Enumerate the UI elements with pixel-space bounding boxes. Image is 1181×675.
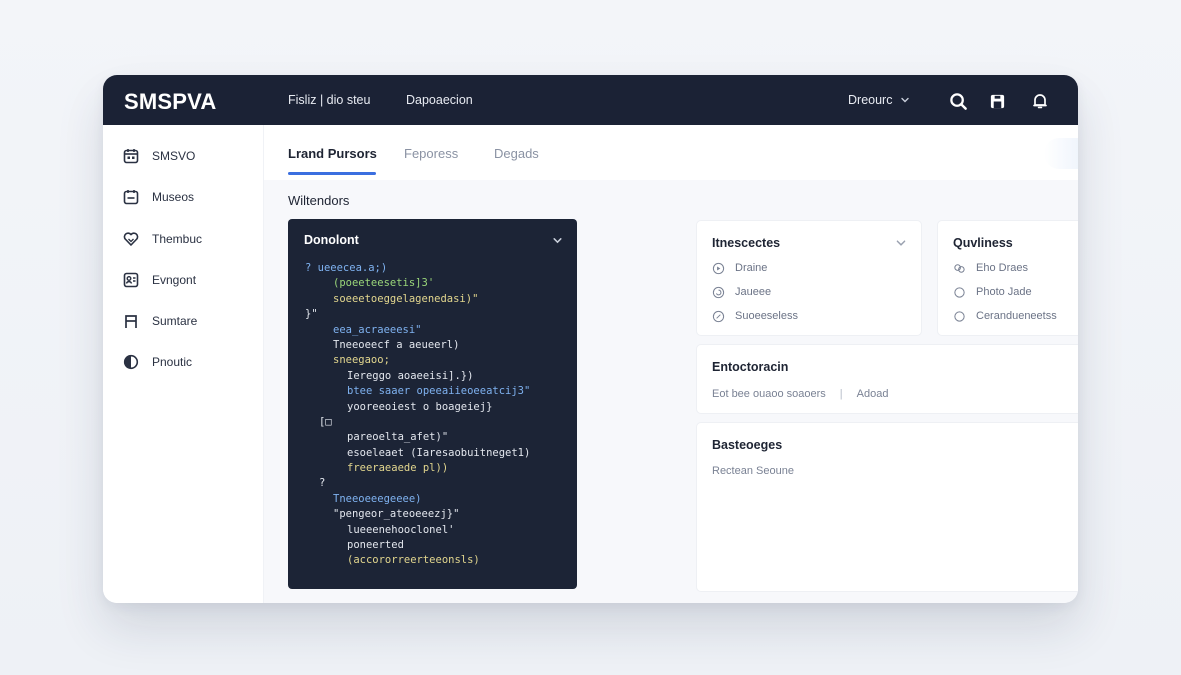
code-line: poneerted xyxy=(347,539,404,552)
chevron-down-icon xyxy=(901,97,910,103)
sidebar-item-label: Evngont xyxy=(152,273,197,287)
code-line: "pengeor_ateoeeezj}" xyxy=(333,508,460,521)
sidebar-item-sumtare[interactable]: Sumtare xyxy=(123,310,197,332)
sidebar-item-label: Thembuc xyxy=(152,232,203,246)
tab-degads[interactable]: Degads xyxy=(494,146,539,161)
code-line: sneegaoo; xyxy=(333,354,390,367)
section-title: Wiltendors xyxy=(288,193,350,208)
code-line: [□ xyxy=(319,415,332,428)
card-integrations: Itnescectes Draine Jaueee Suoeeseless xyxy=(696,220,922,336)
tab-bar: Lrand Pursors Feporess Degads xyxy=(264,125,1078,180)
card-title: Itnescectes xyxy=(712,236,781,250)
code-line: esoeleaet (Iaresaobuitneget1) xyxy=(347,446,531,459)
sidebar-item-label: Museos xyxy=(152,190,195,204)
text-icon xyxy=(125,315,137,328)
brand-logo[interactable]: SMSPVA xyxy=(124,89,216,115)
card-qualities: Quvliness Eho Draes Photo Jade Ceranduen… xyxy=(937,220,1078,336)
main-content: Lrand Pursors Feporess Degads Wiltendors… xyxy=(264,125,1078,603)
save-icon[interactable] xyxy=(987,91,1007,111)
chevron-down-icon[interactable] xyxy=(552,235,563,246)
code-line: yooreeoiest o boageiej} xyxy=(347,400,493,413)
sidebar-item-label: Sumtare xyxy=(152,314,198,328)
sidebar-item-museos[interactable]: Museos xyxy=(123,186,194,208)
code-line: ? xyxy=(319,477,326,490)
code-panel-title: Donolont xyxy=(304,233,359,247)
option-label: Suoeeseless xyxy=(735,310,798,322)
nav-link-1[interactable]: Fisliz | dio steu xyxy=(288,93,370,107)
code-line: Tneeoeecf a aeueerl) xyxy=(333,338,460,351)
option-item[interactable]: Draine xyxy=(712,261,767,275)
sidebar-item-smsvo[interactable]: SMSVO xyxy=(123,145,195,167)
option-item[interactable]: Suoeeseless xyxy=(712,309,798,323)
sidebar-item-evngont[interactable]: Evngont xyxy=(123,269,196,291)
option-item[interactable]: Eho Draes xyxy=(953,261,1028,275)
contacts-icon xyxy=(123,272,139,288)
code-line: lueeenehooclonel' xyxy=(347,523,455,536)
calendar-alt-icon xyxy=(123,190,139,205)
code-panel: Donolont ? ueeecea.a;) (poeeteesetis]3' so… xyxy=(288,219,577,589)
chevron-down-icon[interactable] xyxy=(895,237,907,249)
option-label: Jaueee xyxy=(735,286,772,298)
toolbar-group xyxy=(1044,138,1078,169)
bases-text: Rectean Seoune xyxy=(712,465,794,477)
link-icon xyxy=(953,262,966,275)
heart-icon xyxy=(123,232,139,246)
nav-link-2[interactable]: Dapoaecion xyxy=(406,93,473,107)
entertainment-text: Eot bee ouaoo soaoers xyxy=(712,388,826,400)
code-block: ? ueeecea.a;) (poeeteesetis]3' soeeetoegge… xyxy=(305,261,530,569)
bell-icon[interactable] xyxy=(1030,91,1050,111)
card-entertainment: Entoctoracin Eot bee ouaoo soaoers | Ado… xyxy=(696,344,1078,414)
option-label: Photo Jade xyxy=(976,286,1032,298)
sidebar-item-pnoutic[interactable]: Pnoutic xyxy=(123,351,192,373)
user-menu-label: Dreourc xyxy=(848,93,893,107)
sidebar: SMSVO Museos Thembuc Evngont Sumtare Pno… xyxy=(103,125,264,603)
user-menu[interactable]: Dreourc xyxy=(848,93,910,107)
option-label: Eho Draes xyxy=(976,262,1028,274)
code-line: ? ueeecea.a;) xyxy=(305,262,388,274)
code-line: btee saaer opeeaiieoeeatcij3" xyxy=(347,385,531,398)
code-line: Iereggo aoaeeisi].}) xyxy=(347,369,474,382)
separator: | xyxy=(839,388,843,400)
entertainment-row: Eot bee ouaoo soaoers | Adoad xyxy=(712,388,888,400)
circle-outline-icon xyxy=(953,310,966,323)
card-title: Entoctoracin xyxy=(712,360,789,374)
sidebar-item-thembuc[interactable]: Thembuc xyxy=(123,228,202,250)
top-bar: SMSPVA Fisliz | dio steu Dapoaecion Dreo… xyxy=(103,75,1078,125)
code-line: Tneeoeeegeeee) xyxy=(333,492,422,505)
card-bases: Basteoeges Rectean Seoune xyxy=(696,422,1078,592)
code-line: }" xyxy=(305,308,318,321)
calendar-icon xyxy=(123,149,139,164)
half-circle-icon xyxy=(123,354,139,370)
tab-feporess[interactable]: Feporess xyxy=(404,146,458,161)
code-line: pareoelta_afet)" xyxy=(347,431,449,444)
card-title: Basteoeges xyxy=(712,438,783,452)
sidebar-item-label: Pnoutic xyxy=(152,355,193,369)
compass-icon xyxy=(712,310,725,323)
code-line: soeeetoeggelagenedasi)" xyxy=(333,292,479,305)
circle-icon xyxy=(953,286,966,299)
code-line: freeraeaede pl)) xyxy=(347,462,449,475)
option-item[interactable]: Cerandueneetss xyxy=(953,309,1057,323)
code-line: eea_acraeeesi" xyxy=(333,323,422,336)
code-line: (accororreerteeonsls) xyxy=(347,554,480,567)
option-item[interactable]: Jaueee xyxy=(712,285,771,299)
sidebar-item-label: SMSVO xyxy=(152,149,196,163)
app-window: SMSPVA Fisliz | dio steu Dapoaecion Dreo… xyxy=(103,75,1078,603)
option-item[interactable]: Photo Jade xyxy=(953,285,1032,299)
code-line: (poeeteesetis]3' xyxy=(333,277,435,290)
spiral-icon xyxy=(712,286,725,299)
option-label: Cerandueneetss xyxy=(976,310,1057,322)
card-title: Quvliness xyxy=(953,236,1013,250)
search-icon[interactable] xyxy=(948,91,968,111)
entertainment-action-link[interactable]: Adoad xyxy=(857,388,889,400)
play-circle-icon xyxy=(712,262,725,275)
active-tab-indicator xyxy=(288,172,376,175)
option-label: Draine xyxy=(735,262,768,274)
tab-lrand-pursors[interactable]: Lrand Pursors xyxy=(288,146,377,161)
